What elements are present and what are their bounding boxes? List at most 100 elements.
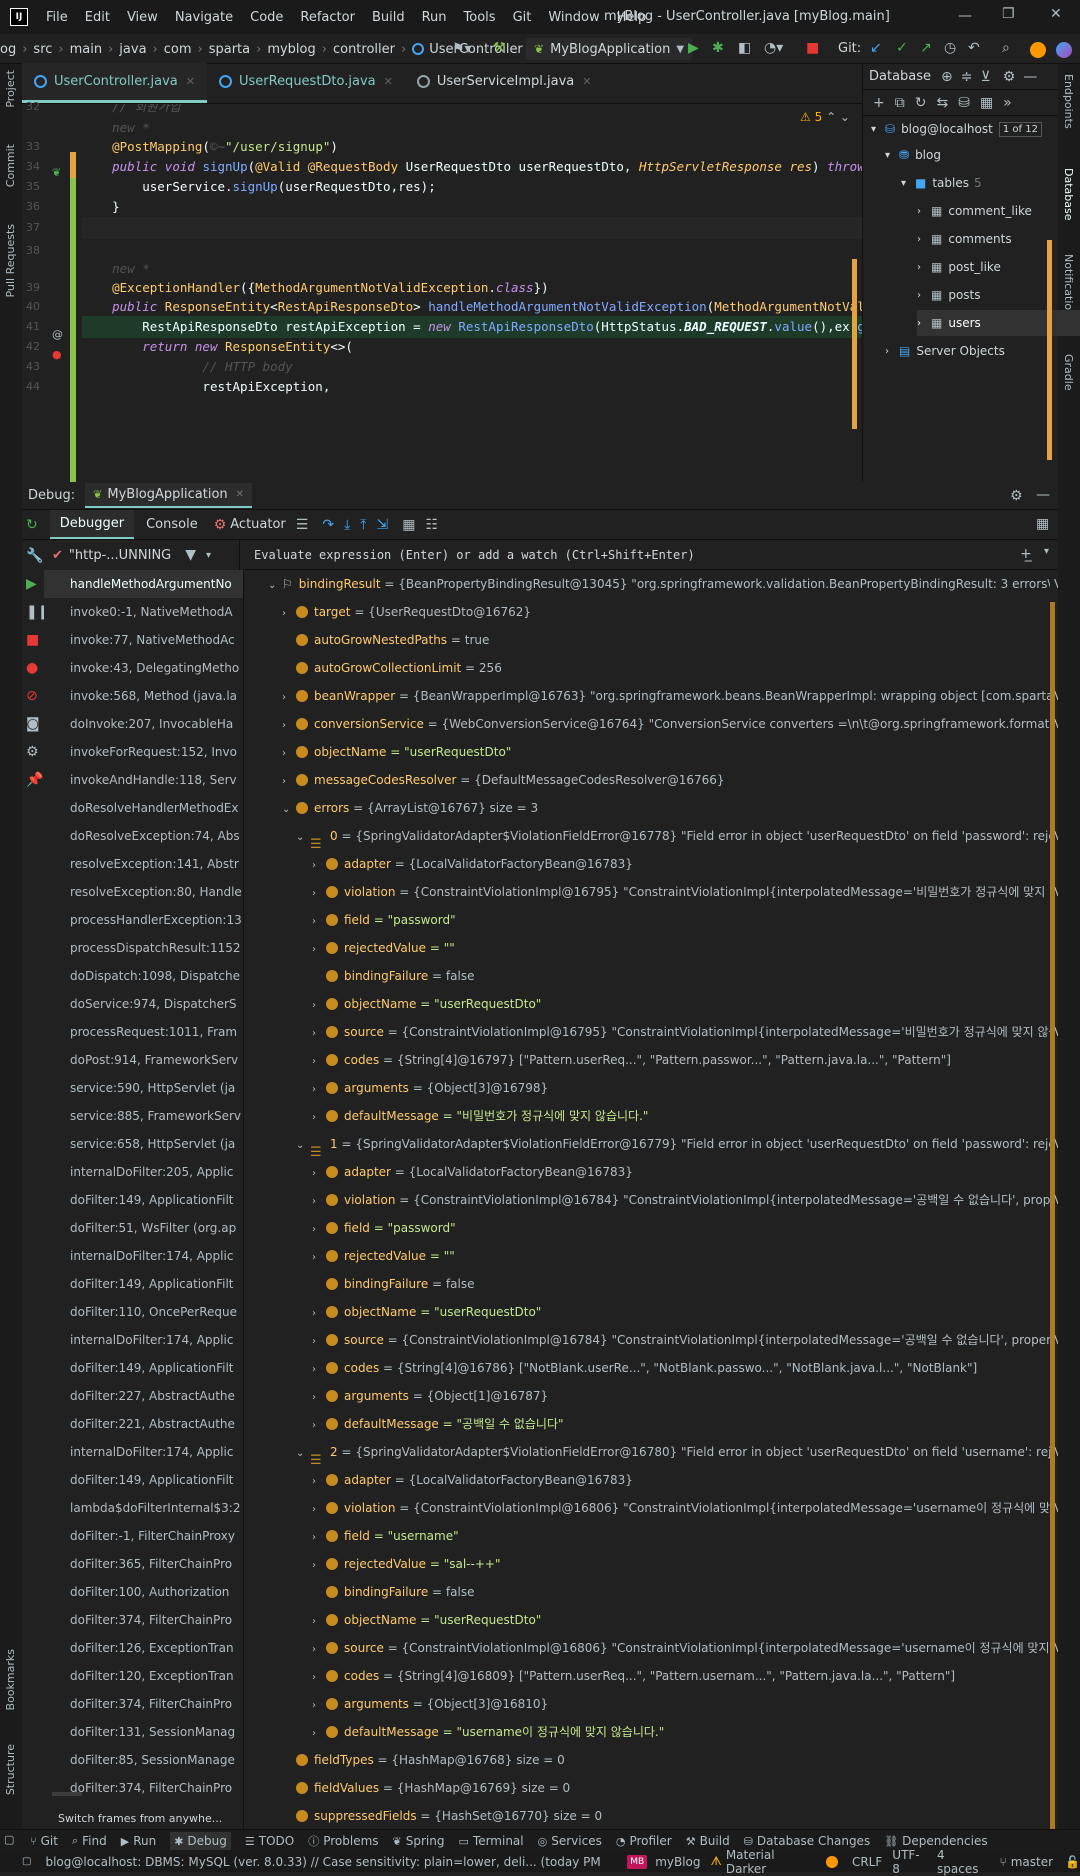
tool-window-build[interactable]: ⚒ Build — [686, 1834, 730, 1848]
evaluate-expression-input[interactable]: Evaluate expression (Enter) or add a wat… — [244, 540, 1058, 570]
tree-table-posts[interactable]: › ▦ posts — [917, 282, 981, 308]
lock-icon[interactable]: 🔓 — [1065, 1855, 1080, 1869]
hide-icon[interactable]: — — [1023, 69, 1037, 85]
profiler-icon[interactable]: ◔▾ — [764, 40, 783, 56]
stack-frame[interactable]: internalDoFilter:174, Applic — [44, 1438, 243, 1466]
camera-icon[interactable]: ◙ — [26, 716, 40, 732]
chevron-right-icon[interactable]: › — [312, 936, 326, 962]
variable-row[interactable]: fieldValues = {HashMap@16769} size = 0 — [282, 1774, 1058, 1802]
add-icon[interactable]: + — [873, 95, 885, 111]
tab-userserviceimpl[interactable]: UserServiceImpl.java ✕ — [405, 63, 604, 103]
variable-row[interactable]: › field = "password" — [312, 906, 1058, 934]
tool-gradle[interactable]: Gradle — [1062, 354, 1075, 391]
variable-row[interactable]: › arguments = {Object[3]@16810} — [312, 1690, 1058, 1718]
stack-frame[interactable]: handleMethodArgumentNo — [44, 570, 243, 598]
breadcrumb-item[interactable]: java — [119, 42, 146, 57]
variable-row[interactable]: bindingFailure = false — [312, 1270, 1058, 1298]
code-line[interactable]: userService.signUp(userRequestDto,res); — [82, 176, 862, 198]
stack-frame[interactable]: doResolveException:74, Abs — [44, 822, 243, 850]
chevron-right-icon[interactable]: › — [312, 880, 326, 906]
chevron-down-icon[interactable]: ⌄ — [296, 824, 310, 850]
chevron-down-icon[interactable]: ⌄ — [282, 796, 296, 822]
code-line[interactable]: public void signUp(@Valid @RequestBody U… — [82, 156, 862, 178]
variable-row[interactable]: ⌄ errors = {ArrayList@16767} size = 3 — [282, 794, 1058, 822]
tree-table-post-like[interactable]: › ▦ post_like — [917, 254, 1001, 280]
restore-icon[interactable]: ❐ — [1002, 6, 1015, 22]
variable-row[interactable]: › field = "username" — [312, 1522, 1058, 1550]
chevron-right-icon[interactable]: › — [917, 290, 931, 301]
variable-row[interactable]: autoGrowNestedPaths = true — [282, 626, 1058, 654]
stack-frame[interactable]: doFilter:131, SessionManag — [44, 1718, 243, 1746]
tool-window-terminal[interactable]: ▭ Terminal — [459, 1834, 524, 1848]
code-line[interactable]: restApiException, — [82, 376, 862, 398]
variable-row[interactable]: autoGrowCollectionLimit = 256 — [282, 654, 1058, 682]
stack-frame[interactable]: doFilter:365, FilterChainPro — [44, 1550, 243, 1578]
filter-icon[interactable]: ⊻ — [981, 69, 991, 85]
globe-icon[interactable]: ⊕ — [941, 69, 953, 85]
code-line[interactable]: } — [82, 196, 862, 218]
stack-frame[interactable]: doFilter:126, ExceptionTran — [44, 1634, 243, 1662]
variable-row[interactable]: › arguments = {Object[3]@16798} — [312, 1074, 1058, 1102]
menu-item-file[interactable]: File — [46, 10, 68, 25]
stack-frame[interactable]: doDispatch:1098, Dispatche — [44, 962, 243, 990]
tool-window-debug[interactable]: ✱ Debug — [170, 1832, 231, 1850]
menu-icon[interactable]: ☰ — [296, 517, 309, 533]
tree-table-comments[interactable]: › ▦ comments — [917, 226, 1012, 252]
chevron-right-icon[interactable]: › — [312, 1468, 326, 1494]
variable-row[interactable]: › arguments = {Object[1]@16787} — [312, 1382, 1058, 1410]
variable-row[interactable]: › source = {ConstraintViolationImpl@16795… — [312, 1018, 1058, 1046]
breakpoint-at-icon[interactable]: @ — [52, 328, 63, 341]
chevron-right-icon[interactable]: › — [312, 1608, 326, 1634]
chevron-right-icon[interactable]: › — [312, 908, 326, 934]
close-session-icon[interactable]: ✕ — [236, 489, 244, 500]
variable-row[interactable]: › adapter = {LocalValidatorFactoryBean@16… — [312, 850, 1058, 878]
chevron-right-icon[interactable]: › — [312, 1692, 326, 1718]
chevron-right-icon[interactable]: › — [312, 992, 326, 1018]
tab-usercontroller[interactable]: UserController.java ✕ — [22, 63, 207, 103]
tree-schema[interactable]: ▾ ⛃ blog — [885, 142, 941, 168]
build-hammer-icon[interactable]: ⚒ — [493, 40, 506, 56]
tool-endpoints[interactable]: Endpoints — [1062, 74, 1075, 129]
tree-table-users[interactable]: › ▦ users — [917, 310, 1080, 336]
stack-frame[interactable]: doFilter:374, FilterChainPro — [44, 1690, 243, 1718]
chevron-down-icon[interactable]: ▾ — [901, 178, 915, 189]
filter-icon[interactable]: ▼ — [185, 547, 196, 563]
stack-frame[interactable]: internalDoFilter:174, Applic — [44, 1326, 243, 1354]
stack-frame[interactable]: doResolveHandlerMethodEx — [44, 794, 243, 822]
status-line-separator[interactable]: CRLF — [852, 1855, 882, 1869]
chevron-right-icon[interactable]: › — [312, 1104, 326, 1130]
gear-icon[interactable]: ⚙ — [1010, 488, 1023, 504]
chevron-right-icon[interactable]: › — [312, 1384, 326, 1410]
switch-frames-hint[interactable]: Switch frames from anywhe... — [58, 1812, 223, 1825]
stack-frame[interactable]: doFilter:221, AbstractAuthe — [44, 1410, 243, 1438]
chevron-right-icon[interactable]: › — [312, 1524, 326, 1550]
code-line[interactable] — [82, 217, 862, 239]
chevron-right-icon[interactable]: › — [312, 1412, 326, 1438]
variable-row[interactable]: › source = {ConstraintViolationImpl@16784… — [312, 1326, 1058, 1354]
stop-icon[interactable]: ■ — [26, 632, 39, 648]
variable-row[interactable]: › rejectedValue = "sal--++" — [312, 1550, 1058, 1578]
variable-row[interactable]: › codes = {String[4]@16809} ["Pattern.use… — [312, 1662, 1058, 1690]
tool-window-todo[interactable]: ☰ TODO — [245, 1834, 294, 1848]
chevron-right-icon[interactable]: › — [312, 1020, 326, 1046]
rollback-icon[interactable]: ↶ — [968, 40, 980, 56]
status-indent[interactable]: 4 spaces — [937, 1848, 990, 1876]
stack-frame[interactable]: service:885, FrameworkServ — [44, 1102, 243, 1130]
chevron-right-icon[interactable]: › — [312, 1244, 326, 1270]
variable-row[interactable]: ⌄ ☰ 0 = {SpringValidatorAdapter$ViolationF… — [296, 822, 1058, 850]
stack-frame[interactable]: doInvoke:207, InvocableHa — [44, 710, 243, 738]
tab-userrequestdto[interactable]: UserRequestDto.java ✕ — [207, 63, 405, 103]
db-stop-icon[interactable]: ⛁ — [958, 95, 970, 111]
chevron-right-icon[interactable]: › — [312, 1048, 326, 1074]
pin-icon[interactable]: 📌 — [26, 772, 43, 788]
tool-window-services[interactable]: ◎ Services — [538, 1834, 602, 1848]
chevron-right-icon[interactable]: › — [312, 1216, 326, 1242]
tree-tables[interactable]: ▾ ■ tables 5 — [901, 170, 982, 196]
step-out-icon[interactable]: ⤒ — [360, 517, 366, 533]
stack-frame[interactable]: doFilter:149, ApplicationFilt — [44, 1354, 243, 1382]
chevron-right-icon[interactable]: › — [917, 206, 931, 217]
variable-row[interactable]: › objectName = "userRequestDto" — [312, 1606, 1058, 1634]
code-line[interactable]: @PostMapping(©~"/user/signup") — [82, 136, 862, 158]
stack-frame[interactable]: processDispatchResult:1152 — [44, 934, 243, 962]
chevron-right-icon[interactable]: › — [312, 1664, 326, 1690]
